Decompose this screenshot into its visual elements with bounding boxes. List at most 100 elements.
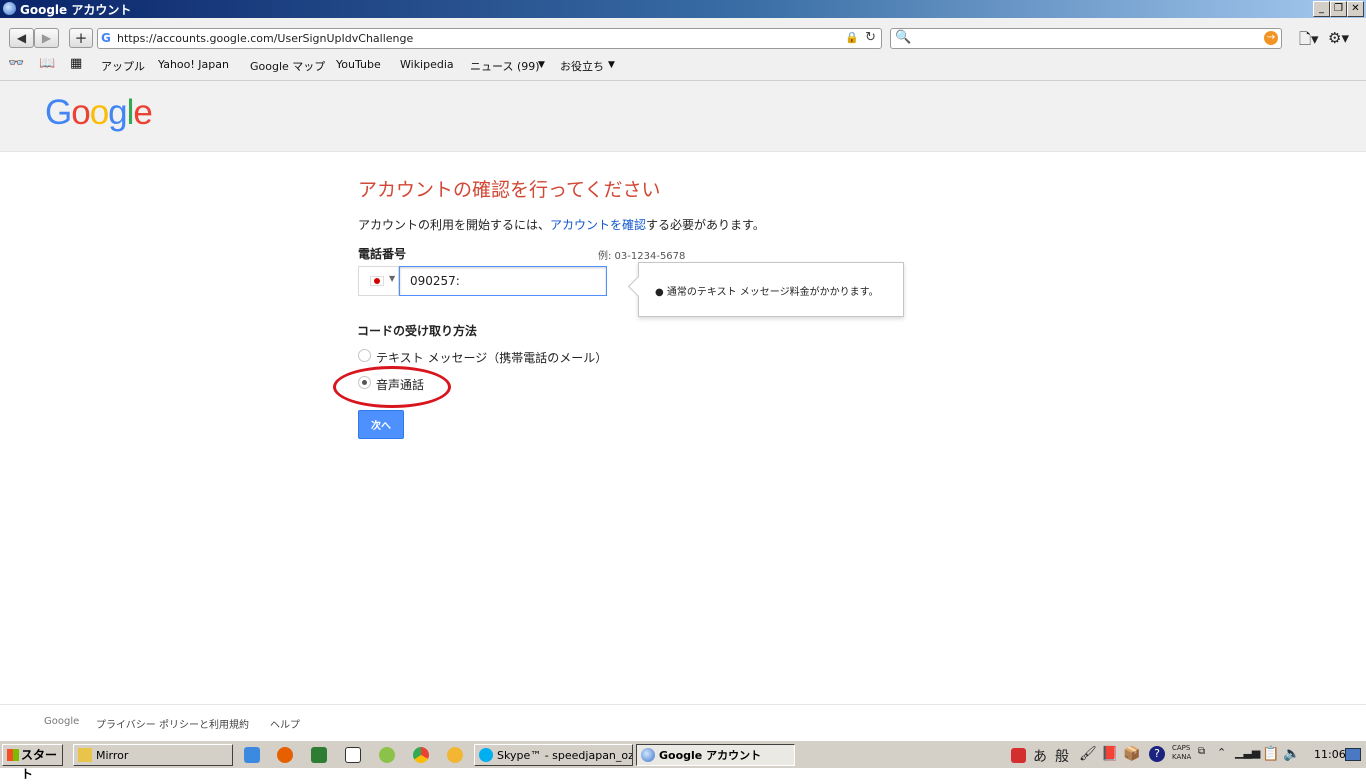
site-favicon: G [101, 31, 111, 45]
radio-text-message[interactable] [358, 349, 371, 362]
reader-glasses-icon[interactable]: 👓 [8, 56, 24, 71]
task-skype[interactable]: Skype™ - speedjapan_oz... [474, 744, 633, 766]
ie-icon[interactable] [244, 747, 260, 763]
bookmark-google-maps[interactable]: Google マップ [250, 58, 325, 74]
phone-example-hint: 例: 03-1234-5678 [598, 251, 686, 262]
bookmark-apple[interactable]: アップル [101, 58, 145, 74]
browser-toolbar: ◀ ▶ + G https://accounts.google.com/User… [0, 18, 1366, 81]
next-button[interactable]: 次へ [358, 410, 404, 439]
tooltip-text: ● 通常のテキスト メッセージ料金がかかります。 [655, 283, 879, 298]
desc-text-before: アカウントの利用を開始するには、 [358, 218, 551, 232]
caps-kana-indicator: CAPS KANA [1172, 744, 1191, 762]
desc-text-after: する必要があります。 [646, 218, 765, 232]
ime-general-mode[interactable]: 般 [1055, 746, 1069, 766]
bookmarks-bar: 👓 📖 ▦ アップル Yahoo! Japan Google マップ YouTu… [0, 55, 1366, 77]
ime-tools-icon[interactable]: 🖌 [1079, 746, 1097, 762]
back-button[interactable]: ◀ [9, 28, 34, 48]
volume-icon[interactable]: 🔈 [1283, 746, 1300, 762]
start-label: スタート [21, 748, 58, 781]
caps-text: CAPS [1172, 744, 1191, 752]
address-bar[interactable]: G https://accounts.google.com/UserSignUp… [97, 28, 882, 49]
phone-number-input[interactable] [399, 266, 607, 296]
help-icon[interactable]: ? [1149, 746, 1165, 762]
plus-icon: + [74, 29, 88, 47]
system-tray: あ 般 🖌 📕 📦 ? CAPS KANA ⧉ ⌃ ▁▃▅ 📋 🔈 [1007, 743, 1364, 767]
show-desktop-icon[interactable] [1345, 748, 1361, 761]
chrome-icon[interactable] [413, 747, 429, 763]
search-go-icon[interactable]: → [1264, 31, 1278, 45]
ime-toolbar-icon[interactable] [1011, 748, 1026, 763]
url-text[interactable]: https://accounts.google.com/UserSignUpId… [117, 32, 413, 45]
browser-globe-icon [641, 748, 655, 762]
footer-help-link[interactable]: ヘルプ [270, 716, 300, 731]
radio-text-message-label[interactable]: テキスト メッセージ（携帯電話のメール） [376, 349, 607, 366]
tooltip-arrow [627, 275, 650, 298]
browser-globe-icon [3, 2, 16, 15]
back-arrow-icon: ◀ [16, 31, 27, 45]
logo-letter: g [108, 93, 127, 132]
wifi-app-icon[interactable] [379, 747, 395, 763]
page-footer: Google プライバシー ポリシーと利用規約 ヘルプ [0, 704, 1366, 741]
sms-charge-tooltip: ● 通常のテキスト メッセージ料金がかかります。 [627, 262, 904, 317]
bookmark-wikipedia[interactable]: Wikipedia [400, 58, 454, 71]
bookmark-useful[interactable]: お役立ち [560, 58, 604, 74]
task-google-account[interactable]: Google アカウント [636, 744, 795, 766]
clipboard-icon[interactable]: 📋 [1262, 746, 1279, 762]
start-button[interactable]: スタート [2, 744, 63, 781]
window-title: Google アカウント [20, 3, 132, 17]
country-code-selector[interactable]: ▼ [358, 266, 399, 296]
ime-restore-icon[interactable]: ⧉ [1198, 746, 1205, 757]
logo-letter: o [71, 93, 90, 132]
kana-text: KANA [1172, 753, 1192, 761]
ime-dictionary-icon[interactable]: 📕 [1101, 746, 1118, 762]
verify-account-link[interactable]: アカウントを確認 [550, 218, 646, 232]
task-label: Mirror [96, 749, 129, 762]
footer-google-link[interactable]: Google [44, 716, 79, 727]
ime-hiragana-mode[interactable]: あ [1033, 746, 1047, 766]
restore-button[interactable]: ❐ [1330, 1, 1347, 17]
windows-logo-icon [7, 749, 19, 761]
phone-number-label: 電話番号 [358, 247, 407, 261]
forward-button[interactable]: ▶ [34, 28, 59, 48]
mail-icon[interactable] [345, 747, 361, 763]
chevron-down-icon: ▼ [389, 274, 396, 283]
news-dropdown-icon[interactable]: ▼ [538, 60, 545, 70]
code-method-label: コードの受け取り方法 [357, 324, 478, 338]
search-box[interactable]: 🔍 → [890, 28, 1282, 49]
reload-icon[interactable]: ↻ [865, 30, 876, 45]
folder-icon [78, 748, 92, 762]
bookmarks-book-icon[interactable]: 📖 [39, 56, 55, 71]
japan-flag-icon [370, 276, 384, 286]
logo-letter: G [45, 93, 72, 132]
logo-letter: e [133, 93, 152, 132]
minimize-button[interactable]: _ [1313, 1, 1330, 17]
apps-grid-icon[interactable]: ▦ [70, 56, 82, 71]
gear-icon[interactable]: ⚙▾ [1328, 29, 1349, 47]
lock-icon[interactable]: 🔒 [845, 31, 859, 44]
app-orange-icon[interactable] [447, 747, 463, 763]
page-title: アカウントの確認を行ってください [358, 180, 661, 201]
new-tab-button[interactable]: + [69, 28, 93, 48]
search-icon[interactable]: 🔍 [895, 30, 911, 45]
task-label: Skype™ - speedjapan_oz... [497, 749, 633, 762]
window-title-bar[interactable]: Google アカウント _ ❐ ✕ [0, 0, 1366, 18]
useful-dropdown-icon[interactable]: ▼ [608, 60, 615, 70]
close-button[interactable]: ✕ [1347, 1, 1364, 17]
page-menu-icon[interactable]: 🗋▾ [1299, 29, 1319, 54]
tray-expand-icon[interactable]: ⌃ [1217, 746, 1226, 759]
bookmark-yahoo-japan[interactable]: Yahoo! Japan [158, 58, 229, 71]
bookmark-youtube[interactable]: YouTube [336, 58, 381, 71]
tooltip-message: 通常のテキスト メッセージ料金がかかります。 [666, 287, 879, 298]
logo-letter: o [89, 93, 109, 132]
verification-description: アカウントの利用を開始するには、アカウントを確認する必要があります。 [358, 216, 765, 233]
google-logo[interactable]: Google [45, 93, 153, 133]
signal-strength-icon[interactable]: ▁▃▅ [1235, 746, 1260, 759]
bookmark-news[interactable]: ニュース (99) [470, 58, 540, 74]
ime-properties-icon[interactable]: 📦 [1123, 746, 1140, 762]
task-mirror[interactable]: Mirror [73, 744, 233, 766]
red-annotation-circle [333, 366, 451, 408]
firefox-icon[interactable] [277, 747, 293, 763]
network-app-icon[interactable] [311, 747, 327, 763]
skype-icon [479, 748, 493, 762]
footer-privacy-terms-link[interactable]: プライバシー ポリシーと利用規約 [96, 716, 249, 731]
